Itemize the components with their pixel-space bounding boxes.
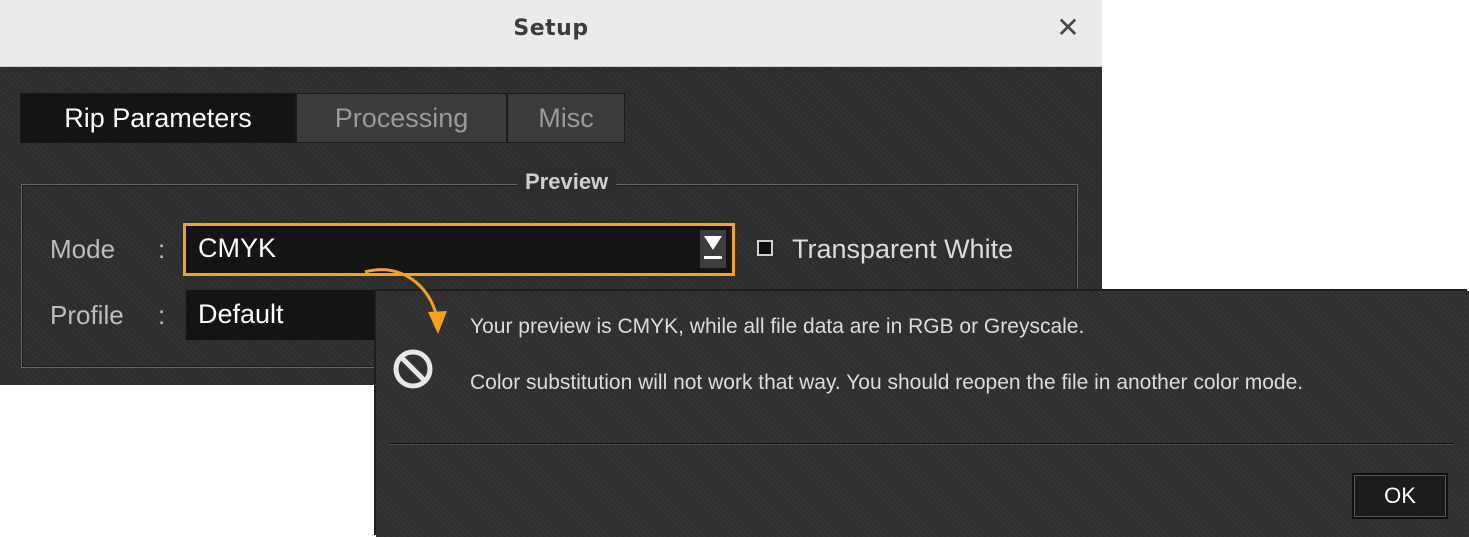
profile-colon: :: [158, 300, 166, 330]
profile-value: Default: [198, 299, 284, 329]
transparent-white-label[interactable]: Transparent White: [792, 234, 1013, 265]
warning-message-2: Color substitution will not work that wa…: [470, 371, 1304, 394]
profile-label: Profile: [50, 300, 124, 330]
chevron-down-icon[interactable]: [700, 230, 726, 268]
close-icon[interactable]: ✕: [1052, 12, 1084, 44]
prohibited-icon: [393, 349, 433, 389]
warning-message-1: Your preview is CMYK, while all file dat…: [470, 315, 1085, 338]
mode-value: CMYK: [198, 233, 277, 263]
window-title: Setup: [513, 16, 589, 41]
tab-rip-parameters[interactable]: Rip Parameters: [20, 93, 296, 143]
tab-misc[interactable]: Misc: [507, 93, 625, 143]
warning-dialog: Your preview is CMYK, while all file dat…: [376, 291, 1469, 537]
title-bar: Setup ✕: [0, 0, 1102, 67]
mode-label: Mode: [50, 234, 116, 264]
mode-colon: :: [158, 234, 166, 264]
ok-button[interactable]: OK: [1352, 473, 1448, 519]
transparent-white-checkbox[interactable]: [757, 240, 773, 256]
mode-select[interactable]: CMYK: [183, 223, 735, 276]
preview-legend: Preview: [517, 169, 617, 195]
dialog-separator: [390, 443, 1454, 445]
profile-select[interactable]: Default: [186, 290, 386, 340]
tab-processing[interactable]: Processing: [296, 93, 507, 143]
